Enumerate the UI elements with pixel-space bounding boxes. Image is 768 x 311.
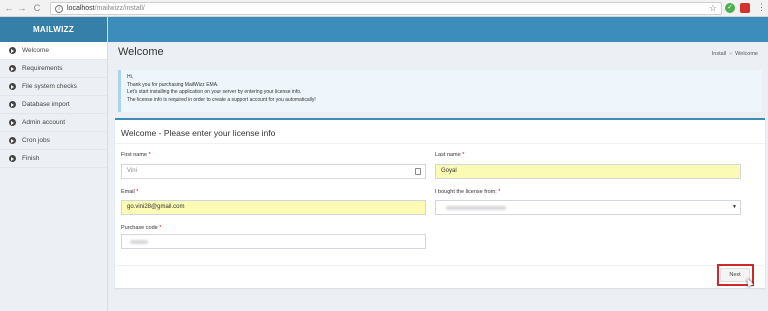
circle-arrow-icon <box>9 47 16 54</box>
forward-icon[interactable]: → <box>17 3 27 13</box>
email-input[interactable]: go.vini28@gmail.com <box>121 200 426 215</box>
sidebar-item-label: Database import <box>22 101 70 108</box>
chevron-down-icon: ▼ <box>732 204 737 210</box>
breadcrumb: Install» Welcome <box>712 51 758 57</box>
sidebar-item-cron-jobs[interactable]: Cron jobs <box>0 132 107 150</box>
sidebar-item-label: Admin account <box>22 119 65 126</box>
breadcrumb-separator: » <box>729 51 733 57</box>
reload-icon[interactable]: C <box>32 3 42 13</box>
sidebar-item-label: Welcome <box>22 47 49 54</box>
bought-from-label: I bought the license from: * <box>435 189 501 195</box>
bookmark-star-icon[interactable]: ☆ <box>709 3 717 14</box>
address-bar[interactable]: i localhost/mailwizz/install/ ☆ <box>50 2 722 15</box>
info-callout: Hi, Thank you for purchasing MailWizz EM… <box>118 70 762 112</box>
sidebar-item-welcome[interactable]: Welcome <box>0 42 107 60</box>
purchase-code-input[interactable] <box>121 234 426 249</box>
callout-line: The license info is required in order to… <box>127 96 316 103</box>
page-title: Welcome <box>118 46 164 58</box>
last-name-input[interactable]: Goyal <box>435 164 741 179</box>
extension-check-icon[interactable]: ✓ <box>725 3 735 13</box>
sidebar-item-admin-account[interactable]: Admin account <box>0 114 107 132</box>
last-name-label: Last name * <box>435 152 465 158</box>
first-name-label: First name * <box>121 152 151 158</box>
sidebar-item-requirements[interactable]: Requirements <box>0 60 107 78</box>
circle-arrow-icon <box>9 101 16 108</box>
autofill-card-icon[interactable] <box>415 168 421 175</box>
top-navbar <box>108 17 768 42</box>
callout-line: Thank you for purchasing MailWizz EMA. <box>127 81 219 88</box>
sidebar-item-label: File system checks <box>22 83 77 90</box>
circle-arrow-icon <box>9 65 16 72</box>
extension-icon[interactable] <box>740 3 750 13</box>
blurred-value <box>446 206 506 210</box>
circle-arrow-icon <box>9 83 16 90</box>
sidebar-item-label: Cron jobs <box>22 137 50 144</box>
form-footer <box>115 265 765 288</box>
circle-arrow-icon <box>9 155 16 162</box>
form-title: Welcome - Please enter your license info <box>121 128 276 138</box>
first-name-input[interactable]: Vini <box>121 164 426 179</box>
info-icon[interactable]: i <box>55 5 63 13</box>
breadcrumb-welcome: Welcome <box>735 51 758 57</box>
callout-line: Hi, <box>127 74 134 80</box>
bought-from-select[interactable]: ▼ <box>435 200 741 215</box>
main-content: Welcome Install» Welcome Hi, Thank you fo… <box>108 42 768 311</box>
blurred-value <box>130 240 148 244</box>
circle-arrow-icon <box>9 119 16 126</box>
license-form-box: Welcome - Please enter your license info… <box>115 118 765 288</box>
divider <box>115 143 765 144</box>
url-text: localhost/mailwizz/install/ <box>67 5 145 12</box>
brand-logo[interactable]: MAILWIZZ <box>0 17 107 42</box>
sidebar-item-label: Finish <box>22 155 40 162</box>
email-label: Email * <box>121 189 139 195</box>
breadcrumb-install[interactable]: Install <box>712 51 726 57</box>
purchase-code-label: Purchase code * <box>121 225 162 231</box>
sidebar-item-database-import[interactable]: Database import <box>0 96 107 114</box>
circle-arrow-icon <box>9 137 16 144</box>
sidebar-item-file-system-checks[interactable]: File system checks <box>0 78 107 96</box>
sidebar: MAILWIZZ Welcome Requirements File syste… <box>0 17 108 311</box>
sidebar-item-label: Requirements <box>22 65 63 72</box>
back-icon[interactable]: ← <box>4 3 14 13</box>
browser-menu-icon[interactable]: ⋮ <box>757 2 766 13</box>
callout-line: Let's start installing the application o… <box>127 89 302 95</box>
sidebar-item-finish[interactable]: Finish <box>0 150 107 168</box>
browser-toolbar: ← → C i localhost/mailwizz/install/ ☆ ✓ … <box>0 0 768 17</box>
